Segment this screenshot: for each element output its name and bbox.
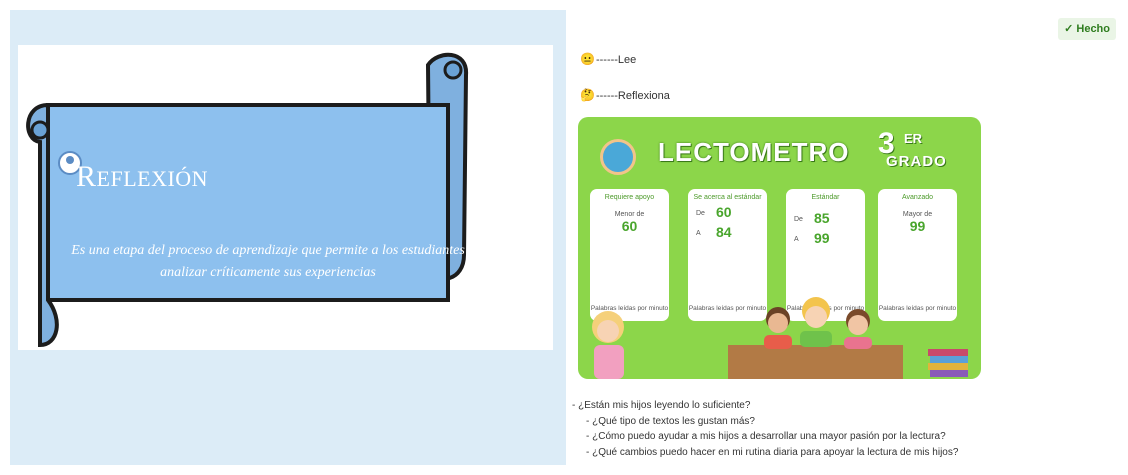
question-item: - ¿Cómo puedo ayudar a mis hijos a desar… bbox=[586, 431, 946, 442]
card-title: Estándar bbox=[811, 194, 840, 201]
scroll-banner-icon bbox=[26, 52, 469, 348]
key-read: 😐------Lee bbox=[580, 52, 636, 66]
lectometro-image: LECTOMETRO 3 ER GRADO Requiere apoyo Men… bbox=[578, 117, 981, 379]
range-to-label: A bbox=[696, 230, 701, 237]
read-face-icon: 😐 bbox=[580, 52, 595, 66]
reflection-title-initial: R bbox=[76, 160, 97, 193]
thinking-face-icon: 🤔 bbox=[580, 88, 595, 102]
reflection-slide: REFLEXIÓN Es una etapa del proceso de ap… bbox=[18, 45, 553, 350]
school-logo-icon bbox=[600, 139, 636, 175]
question-item: - ¿Están mis hijos leyendo lo suficiente… bbox=[572, 400, 751, 411]
kids-reading-illustration bbox=[592, 297, 968, 379]
question-item: - ¿Qué tipo de textos les gustan más? bbox=[586, 415, 755, 427]
grade-word: GRADO bbox=[886, 153, 947, 170]
card-range-to: A 84 bbox=[688, 222, 767, 242]
key-read-label: ------Lee bbox=[595, 54, 637, 66]
card-range-from: De 85 bbox=[786, 208, 865, 228]
key-reflect-label: ------Reflexiona bbox=[595, 90, 670, 102]
questions-list: - ¿Están mis hijos leyendo lo suficiente… bbox=[572, 398, 958, 460]
range-to-label: A bbox=[794, 236, 799, 243]
range-from-label: De bbox=[794, 216, 803, 223]
card-title: Avanzado bbox=[901, 194, 933, 201]
grade-suffix: ER bbox=[904, 131, 923, 146]
range-from-value: 85 bbox=[814, 210, 830, 226]
card-title: Requiere apoyo bbox=[604, 194, 655, 201]
range-from-value: 60 bbox=[716, 204, 732, 220]
card-range-from: De 60 bbox=[688, 202, 767, 222]
range-from-label: De bbox=[696, 210, 705, 217]
key-reflect: 🤔------Reflexiona bbox=[580, 88, 670, 102]
lectometro-title: LECTOMETRO bbox=[658, 137, 850, 167]
reflection-title: REFLEXIÓN bbox=[76, 160, 208, 194]
card-condition: Mayor de bbox=[902, 211, 933, 218]
reflection-body: Es una etapa del proceso de aprendizaje … bbox=[71, 243, 465, 280]
card-condition: Menor de bbox=[614, 211, 645, 218]
right-pane: ✓ Hecho 😐------Lee 🤔------Reflexiona LEC… bbox=[566, 10, 1122, 465]
left-pane: REFLEXIÓN Es una etapa del proceso de ap… bbox=[10, 10, 566, 465]
done-button[interactable]: ✓ Hecho bbox=[1058, 18, 1116, 40]
range-to-value: 84 bbox=[716, 224, 732, 240]
reflection-title-rest: EFLEXIÓN bbox=[96, 166, 209, 191]
card-value: 99 bbox=[909, 218, 926, 234]
range-to-value: 99 bbox=[814, 230, 830, 246]
card-title: Se acerca al estándar bbox=[693, 194, 762, 201]
question-item: - ¿Qué cambios puedo hacer en mi rutina … bbox=[586, 446, 959, 458]
card-value: 60 bbox=[621, 218, 638, 234]
card-range-to: A 99 bbox=[786, 228, 865, 248]
